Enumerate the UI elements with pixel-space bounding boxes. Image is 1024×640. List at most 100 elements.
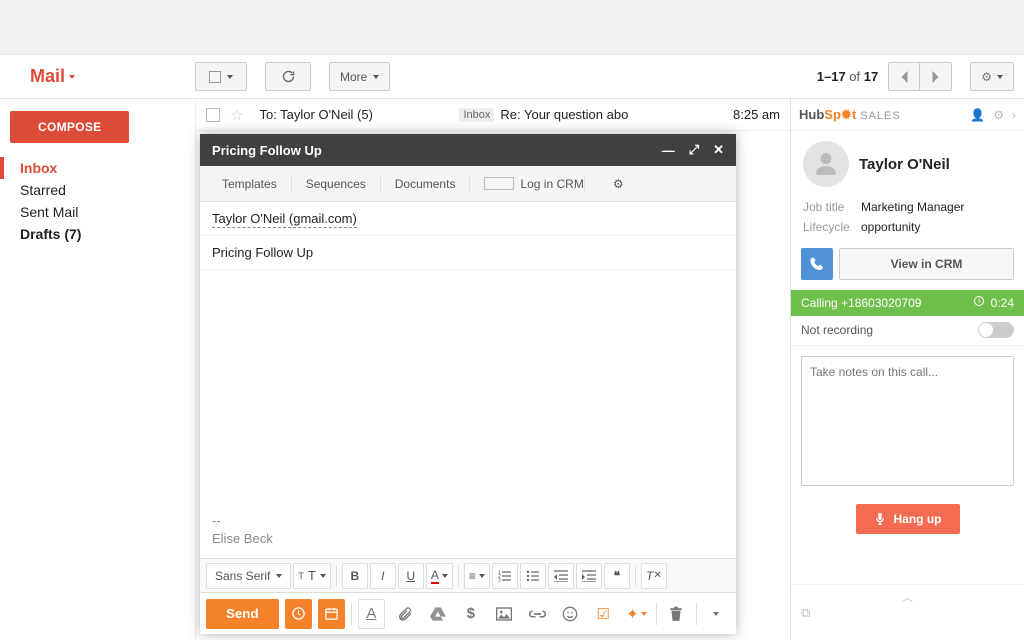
log-crm-label: Log in CRM — [520, 177, 584, 191]
format-toggle-button[interactable]: A — [358, 599, 385, 629]
call-button[interactable] — [801, 248, 833, 280]
schedule-button[interactable] — [285, 599, 312, 629]
sidebar: COMPOSE Inbox Starred Sent Mail Drafts (… — [0, 99, 195, 640]
avatar — [803, 141, 849, 187]
recipient-field[interactable]: Taylor O'Neil (gmail.com) — [200, 202, 736, 236]
tab-documents[interactable]: Documents — [381, 177, 471, 191]
send-button[interactable]: Send — [206, 599, 279, 629]
person-icon — [813, 151, 839, 177]
minimize-icon[interactable]: — — [662, 143, 675, 158]
user-icon[interactable]: 👤 — [970, 108, 985, 122]
svg-text:3: 3 — [498, 578, 501, 582]
caret-down-icon — [69, 75, 75, 79]
mail-label: Mail — [30, 66, 65, 87]
track-checkbox[interactable]: ☑ — [590, 599, 617, 629]
hubspot-panel: HubSp✹t SALES 👤 ⚙ › Taylor O'Neil Job ti… — [790, 99, 1024, 640]
clock-icon — [291, 606, 306, 621]
prev-button[interactable] — [888, 62, 920, 91]
lifecycle-value: opportunity — [861, 220, 920, 234]
font-family-dropdown[interactable]: Sans Serif — [206, 563, 291, 589]
link-button[interactable] — [523, 599, 550, 629]
star-icon[interactable]: ☆ — [230, 106, 243, 124]
mail-row[interactable]: ☆ To: Taylor O'Neil (5) Inbox Re: Your q… — [196, 99, 790, 131]
caret-down-icon — [227, 75, 233, 79]
more-label: More — [340, 70, 367, 84]
more-options-button[interactable] — [703, 599, 730, 629]
money-button[interactable]: $ — [457, 599, 484, 629]
contact-name: Taylor O'Neil — [859, 156, 950, 173]
next-button[interactable] — [920, 62, 952, 91]
folder-drafts[interactable]: Drafts (7) — [10, 223, 195, 245]
close-icon[interactable]: ✕ — [713, 142, 724, 158]
pagination-text: 1–17 of 17 — [817, 69, 878, 84]
italic-button[interactable]: I — [370, 563, 396, 589]
inbox-tag: Inbox — [459, 108, 494, 122]
log-crm-checkbox[interactable] — [484, 177, 514, 190]
photo-button[interactable] — [490, 599, 517, 629]
underline-button[interactable]: U — [398, 563, 424, 589]
attach-button[interactable] — [391, 599, 418, 629]
caret-down-icon — [997, 75, 1003, 79]
chevron-right-icon[interactable]: › — [1012, 108, 1016, 122]
folder-inbox[interactable]: Inbox — [0, 157, 195, 179]
align-button[interactable]: ≡ — [464, 563, 490, 589]
caret-down-icon — [276, 574, 282, 578]
drive-button[interactable] — [424, 599, 451, 629]
compose-button[interactable]: COMPOSE — [10, 111, 129, 143]
compose-header[interactable]: Pricing Follow Up — ⤢ ✕ — [200, 134, 736, 166]
clear-format-button[interactable]: T✕ — [641, 563, 667, 589]
hubspot-icon-button[interactable]: ✦ — [623, 599, 650, 629]
trash-icon — [669, 606, 683, 622]
row-checkbox[interactable] — [206, 108, 220, 122]
trash-button[interactable] — [663, 599, 690, 629]
format-toolbar: Sans Serif TT B I U A ≡ 123 ❝ T✕ — [200, 558, 736, 592]
link-icon — [529, 609, 546, 619]
select-dropdown-button[interactable] — [195, 62, 247, 91]
chevron-left-icon — [900, 71, 909, 83]
lifecycle-label: Lifecycle — [803, 217, 861, 237]
caret-down-icon — [713, 612, 719, 616]
bullet-list-button[interactable] — [520, 563, 546, 589]
bold-button[interactable]: B — [342, 563, 368, 589]
view-crm-button[interactable]: View in CRM — [839, 248, 1014, 280]
folder-sent[interactable]: Sent Mail — [10, 201, 195, 223]
font-size-button[interactable]: TT — [293, 563, 330, 589]
tab-templates[interactable]: Templates — [208, 177, 292, 191]
chevron-right-icon — [931, 71, 940, 83]
emoji-icon — [562, 606, 578, 622]
hubspot-logo: HubSp✹t SALES — [799, 107, 901, 123]
job-title-label: Job title — [803, 197, 861, 217]
popout-icon[interactable]: ⧉ — [801, 605, 810, 621]
calendar-button[interactable] — [318, 599, 345, 629]
calendar-icon — [324, 606, 339, 621]
compose-settings-icon[interactable]: ⚙ — [599, 177, 638, 191]
row-subject: Re: Your question abo — [500, 107, 723, 122]
gear-icon[interactable]: ⚙ — [993, 108, 1004, 122]
settings-button[interactable]: ⚙ — [970, 62, 1014, 91]
more-button[interactable]: More — [329, 62, 390, 91]
bullet-list-icon — [526, 570, 540, 582]
text-color-button[interactable]: A — [426, 563, 453, 589]
refresh-button[interactable] — [265, 62, 311, 91]
expand-icon[interactable]: ⤢ — [689, 142, 699, 158]
subject-field[interactable]: Pricing Follow Up — [200, 236, 736, 270]
indent-less-button[interactable] — [548, 563, 574, 589]
call-notes-input[interactable] — [801, 356, 1014, 486]
numbered-list-button[interactable]: 123 — [492, 563, 518, 589]
folder-starred[interactable]: Starred — [10, 179, 195, 201]
contact-block: Taylor O'Neil — [791, 131, 1024, 197]
tab-sequences[interactable]: Sequences — [292, 177, 381, 191]
recording-toggle[interactable] — [978, 322, 1014, 338]
checkbox-icon — [209, 71, 221, 83]
emoji-button[interactable] — [557, 599, 584, 629]
chevron-up-icon[interactable]: ︿ — [902, 589, 913, 605]
row-time: 8:25 am — [733, 107, 780, 122]
recipient-chip[interactable]: Taylor O'Neil (gmail.com) — [212, 211, 357, 228]
top-banner — [0, 0, 1024, 55]
compose-body[interactable]: -- Elise Beck — [200, 270, 736, 558]
folder-list: Inbox Starred Sent Mail Drafts (7) — [10, 157, 195, 245]
indent-more-button[interactable] — [576, 563, 602, 589]
mail-dropdown[interactable]: Mail — [30, 66, 195, 87]
quote-button[interactable]: ❝ — [604, 563, 630, 589]
hangup-button[interactable]: Hang up — [856, 504, 960, 534]
